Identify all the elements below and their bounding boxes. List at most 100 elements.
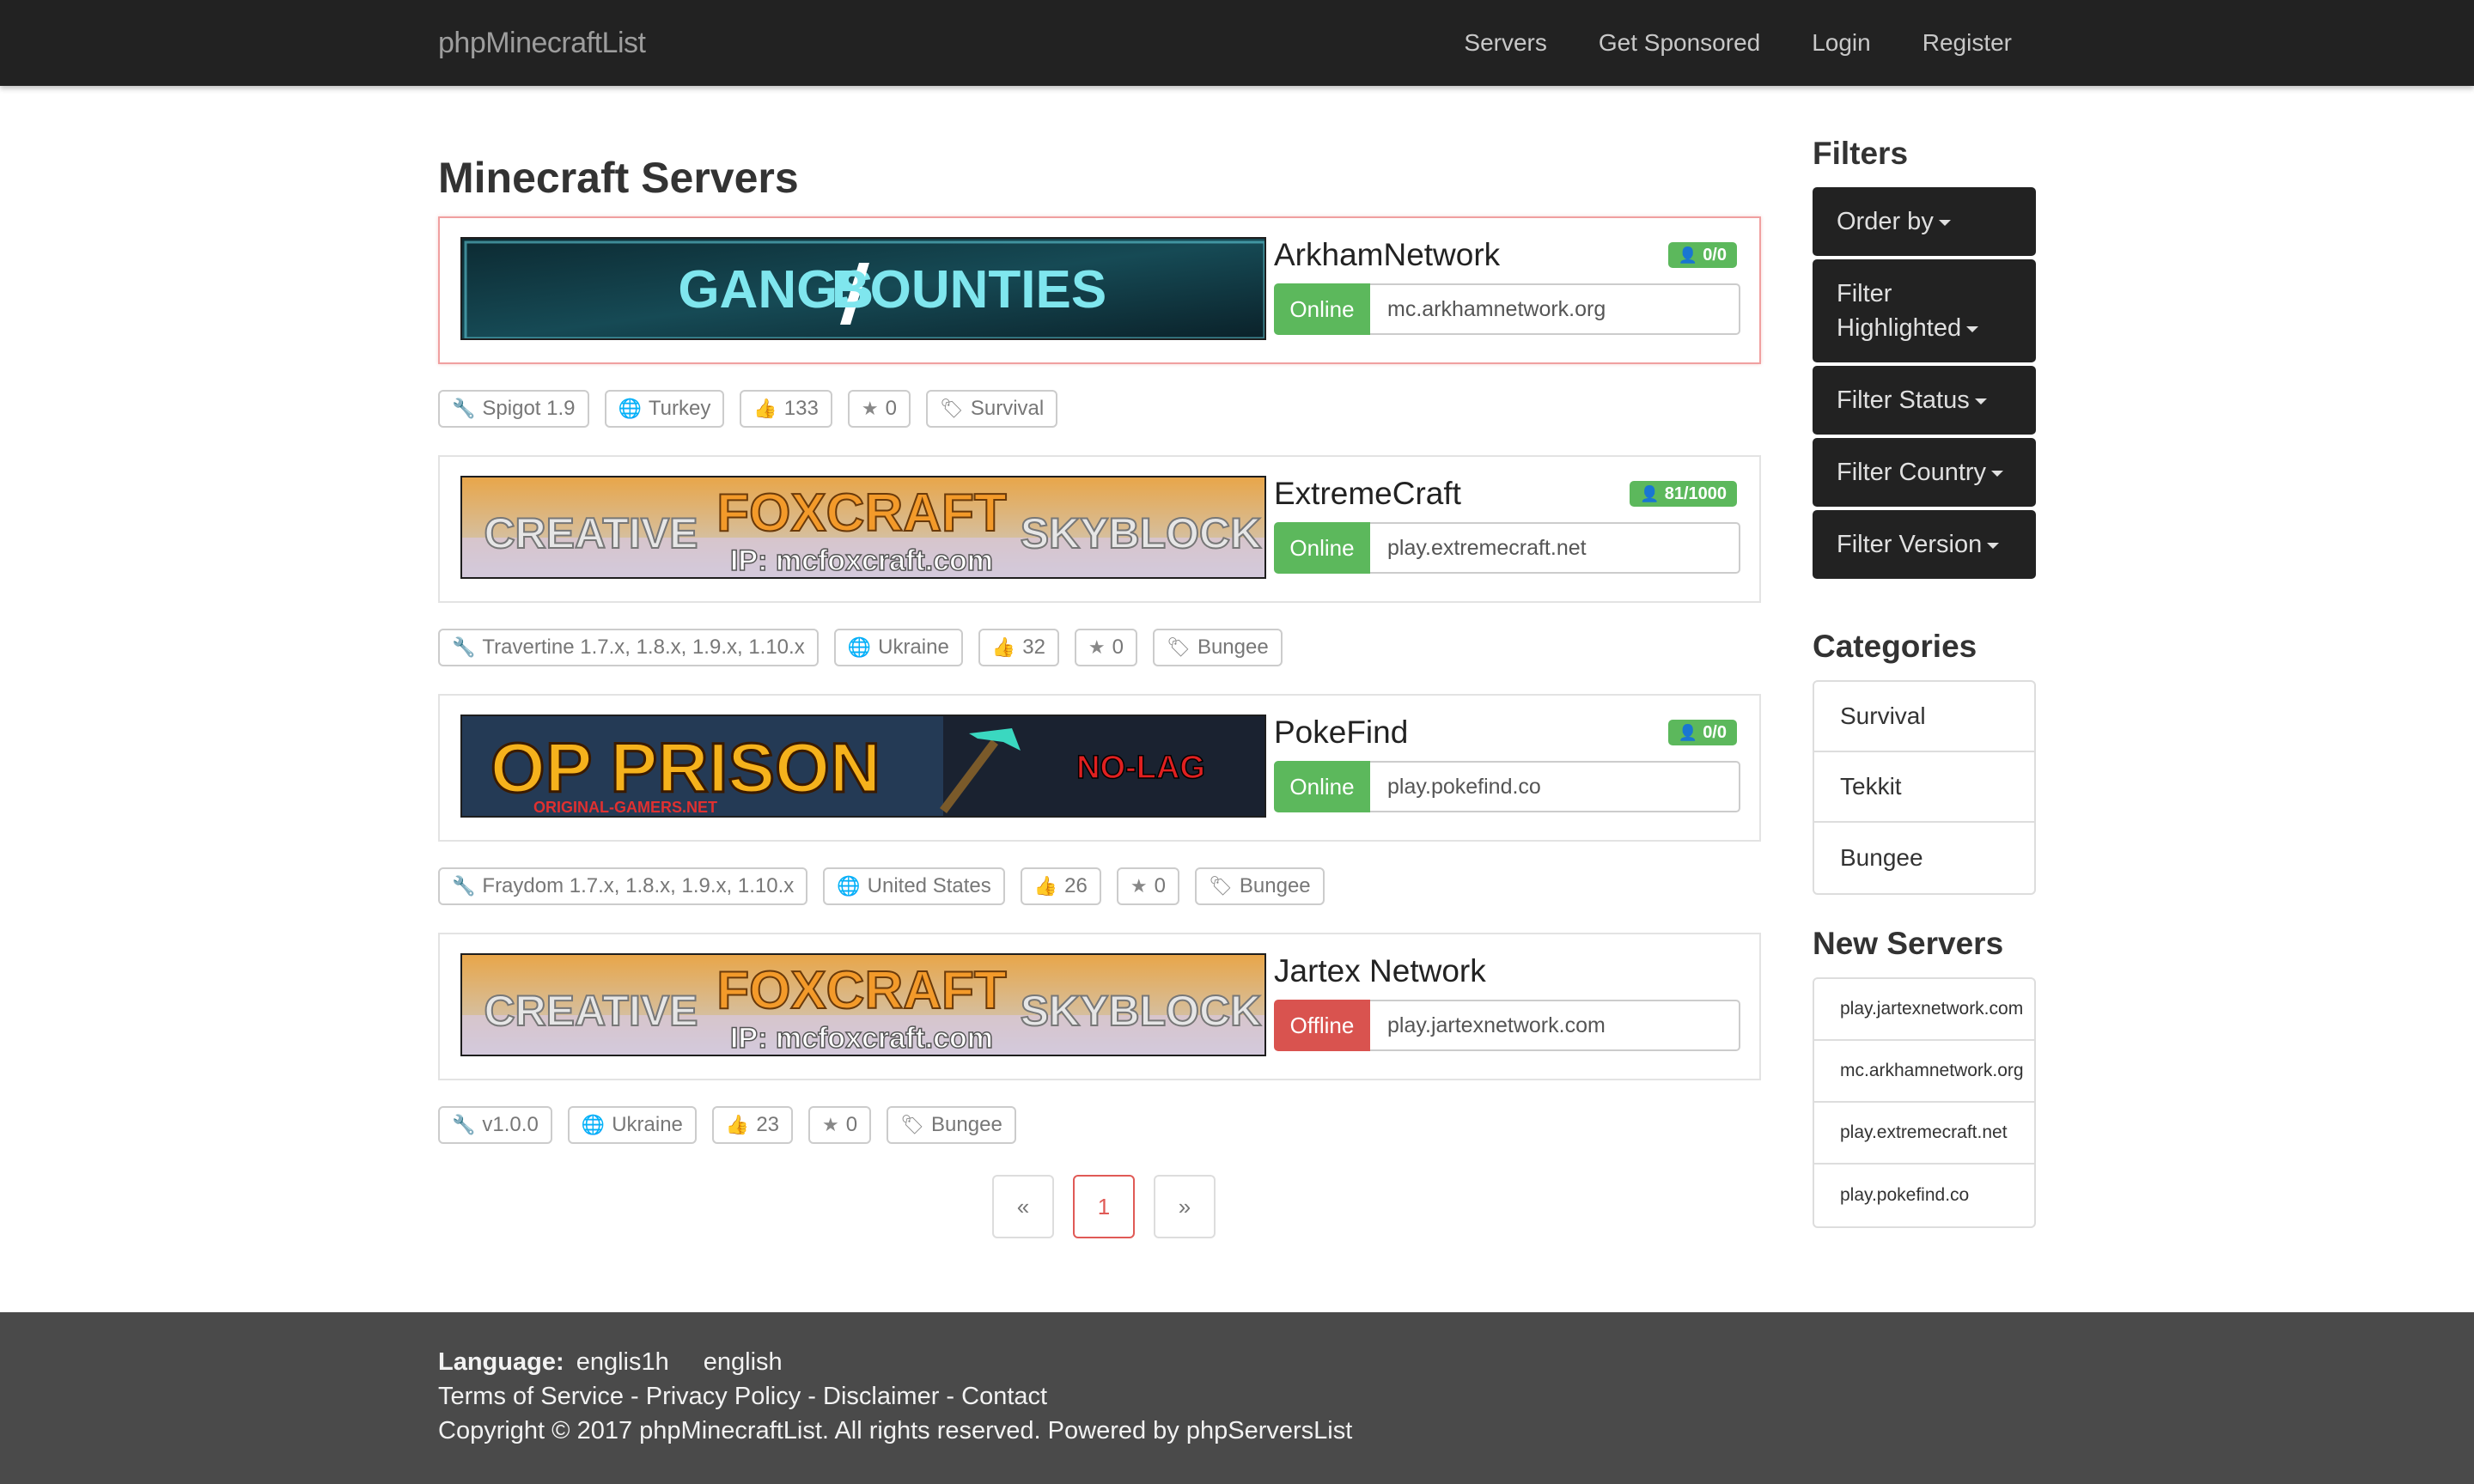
category-item-bungee[interactable]: Bungee	[1814, 823, 2034, 893]
server-name[interactable]: Jartex Network	[1274, 953, 1486, 989]
tag-country[interactable]: 🌐 Ukraine	[567, 1106, 697, 1144]
banner-text-foxcraft: FOXCRAFT	[716, 484, 1007, 543]
tag-votes[interactable]: 👍 23	[711, 1106, 794, 1144]
banner-text-skyblock: SKYBLOCK	[1021, 987, 1262, 1035]
star-icon: ★	[822, 1114, 839, 1135]
tag-version[interactable]: 🔧 Fraydom 1.7.x, 1.8.x, 1.9.x, 1.10.x	[438, 867, 808, 905]
tag-category[interactable]: 🏷 Bungee	[1153, 629, 1283, 666]
server-card[interactable]: CREATIVE FOXCRAFT IP: mcfoxcraft.com SKY…	[438, 455, 1761, 603]
status-online: Online	[1274, 522, 1370, 574]
server-card[interactable]: OP PRISON ORIGINAL-GAMERS.NET NO-LAG Pok…	[438, 694, 1761, 842]
page-1-button[interactable]: 1	[1073, 1175, 1135, 1238]
server-ip-field[interactable]: play.jartexnetwork.com	[1370, 1000, 1740, 1051]
tag-rating[interactable]: ★ 0	[1116, 867, 1179, 905]
tag-rating-label: 0	[1154, 874, 1166, 897]
tag-votes-label: 26	[1064, 874, 1088, 897]
tag-votes[interactable]: 👍 26	[1020, 867, 1101, 905]
banner-text-ip: IP: mcfoxcraft.com	[730, 1022, 993, 1055]
server-name[interactable]: ArkhamNetwork	[1274, 237, 1500, 273]
pagination: « 1 »	[992, 1175, 1234, 1238]
thumbs-up-icon: 👍	[753, 398, 777, 419]
filter-status-dropdown[interactable]: Filter Status	[1813, 366, 2036, 435]
new-server-item[interactable]: play.extremecraft.net	[1814, 1103, 2034, 1165]
server-tags: 🔧 Fraydom 1.7.x, 1.8.x, 1.9.x, 1.10.x 🌐 Un…	[438, 867, 1340, 905]
language-option-englis1h[interactable]: englis1h	[576, 1348, 669, 1376]
filter-country-dropdown[interactable]: Filter Country	[1813, 438, 2036, 507]
nav-link-servers[interactable]: Servers	[1464, 29, 1546, 57]
server-ip-group: Online play.pokefind.co	[1274, 761, 1740, 812]
next-page-button[interactable]: »	[1154, 1175, 1216, 1238]
banner-text-foxcraft: FOXCRAFT	[716, 961, 1007, 1020]
footer-separator: -	[623, 1383, 646, 1410]
star-icon: ★	[1088, 636, 1106, 658]
tag-rating[interactable]: ★ 0	[847, 390, 911, 428]
star-icon: ★	[1130, 875, 1148, 897]
tag-country[interactable]: 🌐 United States	[823, 867, 1005, 905]
tag-rating-label: 0	[885, 397, 897, 420]
server-ip-field[interactable]: play.extremecraft.net	[1370, 522, 1740, 574]
banner-text-ip: IP: mcfoxcraft.com	[730, 544, 993, 577]
tag-rating[interactable]: ★ 0	[1074, 629, 1138, 666]
nav-link-get-sponsored[interactable]: Get Sponsored	[1599, 29, 1760, 57]
tag-votes-label: 133	[783, 397, 819, 420]
banner-text-bounties: BOUNTIES	[832, 260, 1106, 319]
new-servers-list: play.jartexnetwork.com mc.arkhamnetwork.…	[1813, 977, 2036, 1228]
privacy-link[interactable]: Privacy Policy	[646, 1383, 801, 1410]
tag-country-label: United States	[867, 874, 991, 897]
nav-links: Servers Get Sponsored Login Register	[1412, 0, 2012, 86]
tag-category[interactable]: 🏷 Survival	[925, 390, 1058, 428]
server-banner[interactable]: CREATIVE FOXCRAFT IP: mcfoxcraft.com SKY…	[460, 953, 1266, 1056]
filter-version-dropdown[interactable]: Filter Version	[1813, 510, 2036, 579]
caret-down-icon	[1987, 542, 2000, 549]
tag-rating[interactable]: ★ 0	[808, 1106, 872, 1144]
tag-version-label: Travertine 1.7.x, 1.8.x, 1.9.x, 1.10.x	[482, 636, 805, 659]
wrench-icon: 🔧	[452, 398, 476, 419]
new-servers-heading: New Servers	[1813, 926, 2004, 961]
filter-highlighted-dropdown[interactable]: Filter Highlighted	[1813, 259, 2036, 362]
banner-text-creative: CREATIVE	[484, 987, 698, 1035]
server-name[interactable]: ExtremeCraft	[1274, 476, 1461, 512]
copyright: Copyright © 2017 phpMinecraftList. All r…	[438, 1417, 1353, 1444]
new-server-item[interactable]: play.jartexnetwork.com	[1814, 979, 2034, 1041]
category-item-tekkit[interactable]: Tekkit	[1814, 752, 2034, 823]
nav-link-login[interactable]: Login	[1812, 29, 1871, 57]
tag-country[interactable]: 🌐 Turkey	[604, 390, 725, 428]
tags-icon: 🏷	[900, 1114, 925, 1135]
tag-country[interactable]: 🌐 Ukraine	[833, 629, 963, 666]
contact-link[interactable]: Contact	[961, 1383, 1047, 1410]
nav-link-register[interactable]: Register	[1923, 29, 2012, 57]
server-card[interactable]: GANGS BOUNTIES ArkhamNetwork 👤 0/0 Onlin…	[438, 216, 1761, 364]
server-ip-field[interactable]: play.pokefind.co	[1370, 761, 1740, 812]
server-card[interactable]: CREATIVE FOXCRAFT IP: mcfoxcraft.com SKY…	[438, 933, 1761, 1080]
tag-version[interactable]: 🔧 Travertine 1.7.x, 1.8.x, 1.9.x, 1.10.x	[438, 629, 819, 666]
new-server-item[interactable]: mc.arkhamnetwork.org	[1814, 1041, 2034, 1103]
prev-page-button[interactable]: «	[992, 1175, 1054, 1238]
caret-down-icon	[1991, 470, 2004, 477]
categories-heading: Categories	[1813, 629, 1977, 664]
tag-category[interactable]: 🏷 Bungee	[1194, 867, 1325, 905]
server-ip-field[interactable]: mc.arkhamnetwork.org	[1370, 283, 1740, 335]
tag-votes[interactable]: 👍 133	[740, 390, 832, 428]
banner-text-creative: CREATIVE	[484, 509, 698, 557]
server-banner[interactable]: OP PRISON ORIGINAL-GAMERS.NET NO-LAG	[460, 715, 1266, 818]
terms-link[interactable]: Terms of Service	[438, 1383, 624, 1410]
tag-category[interactable]: 🏷 Bungee	[887, 1106, 1016, 1144]
server-banner[interactable]: CREATIVE FOXCRAFT IP: mcfoxcraft.com SKY…	[460, 476, 1266, 579]
server-banner[interactable]: GANGS BOUNTIES	[460, 237, 1266, 340]
tag-version[interactable]: 🔧 Spigot 1.9	[438, 390, 589, 428]
brand-logo[interactable]: phpMinecraftList	[438, 27, 646, 60]
players-badge: 👤 0/0	[1667, 720, 1737, 745]
tag-version[interactable]: 🔧 v1.0.0	[438, 1106, 552, 1144]
disclaimer-link[interactable]: Disclaimer	[823, 1383, 939, 1410]
globe-icon: 🌐	[581, 1114, 606, 1135]
order-by-dropdown[interactable]: Order by	[1813, 187, 2036, 256]
category-item-survival[interactable]: Survival	[1814, 682, 2034, 752]
tag-votes[interactable]: 👍 32	[978, 629, 1059, 666]
language-option-english[interactable]: english	[704, 1348, 783, 1376]
new-server-item[interactable]: play.pokefind.co	[1814, 1165, 2034, 1226]
tag-votes-label: 23	[756, 1113, 780, 1136]
server-name[interactable]: PokeFind	[1274, 715, 1408, 751]
tag-version-label: Fraydom 1.7.x, 1.8.x, 1.9.x, 1.10.x	[482, 874, 795, 897]
banner-text-op-prison: OP PRISON	[491, 729, 881, 807]
caret-down-icon	[1938, 219, 1951, 226]
